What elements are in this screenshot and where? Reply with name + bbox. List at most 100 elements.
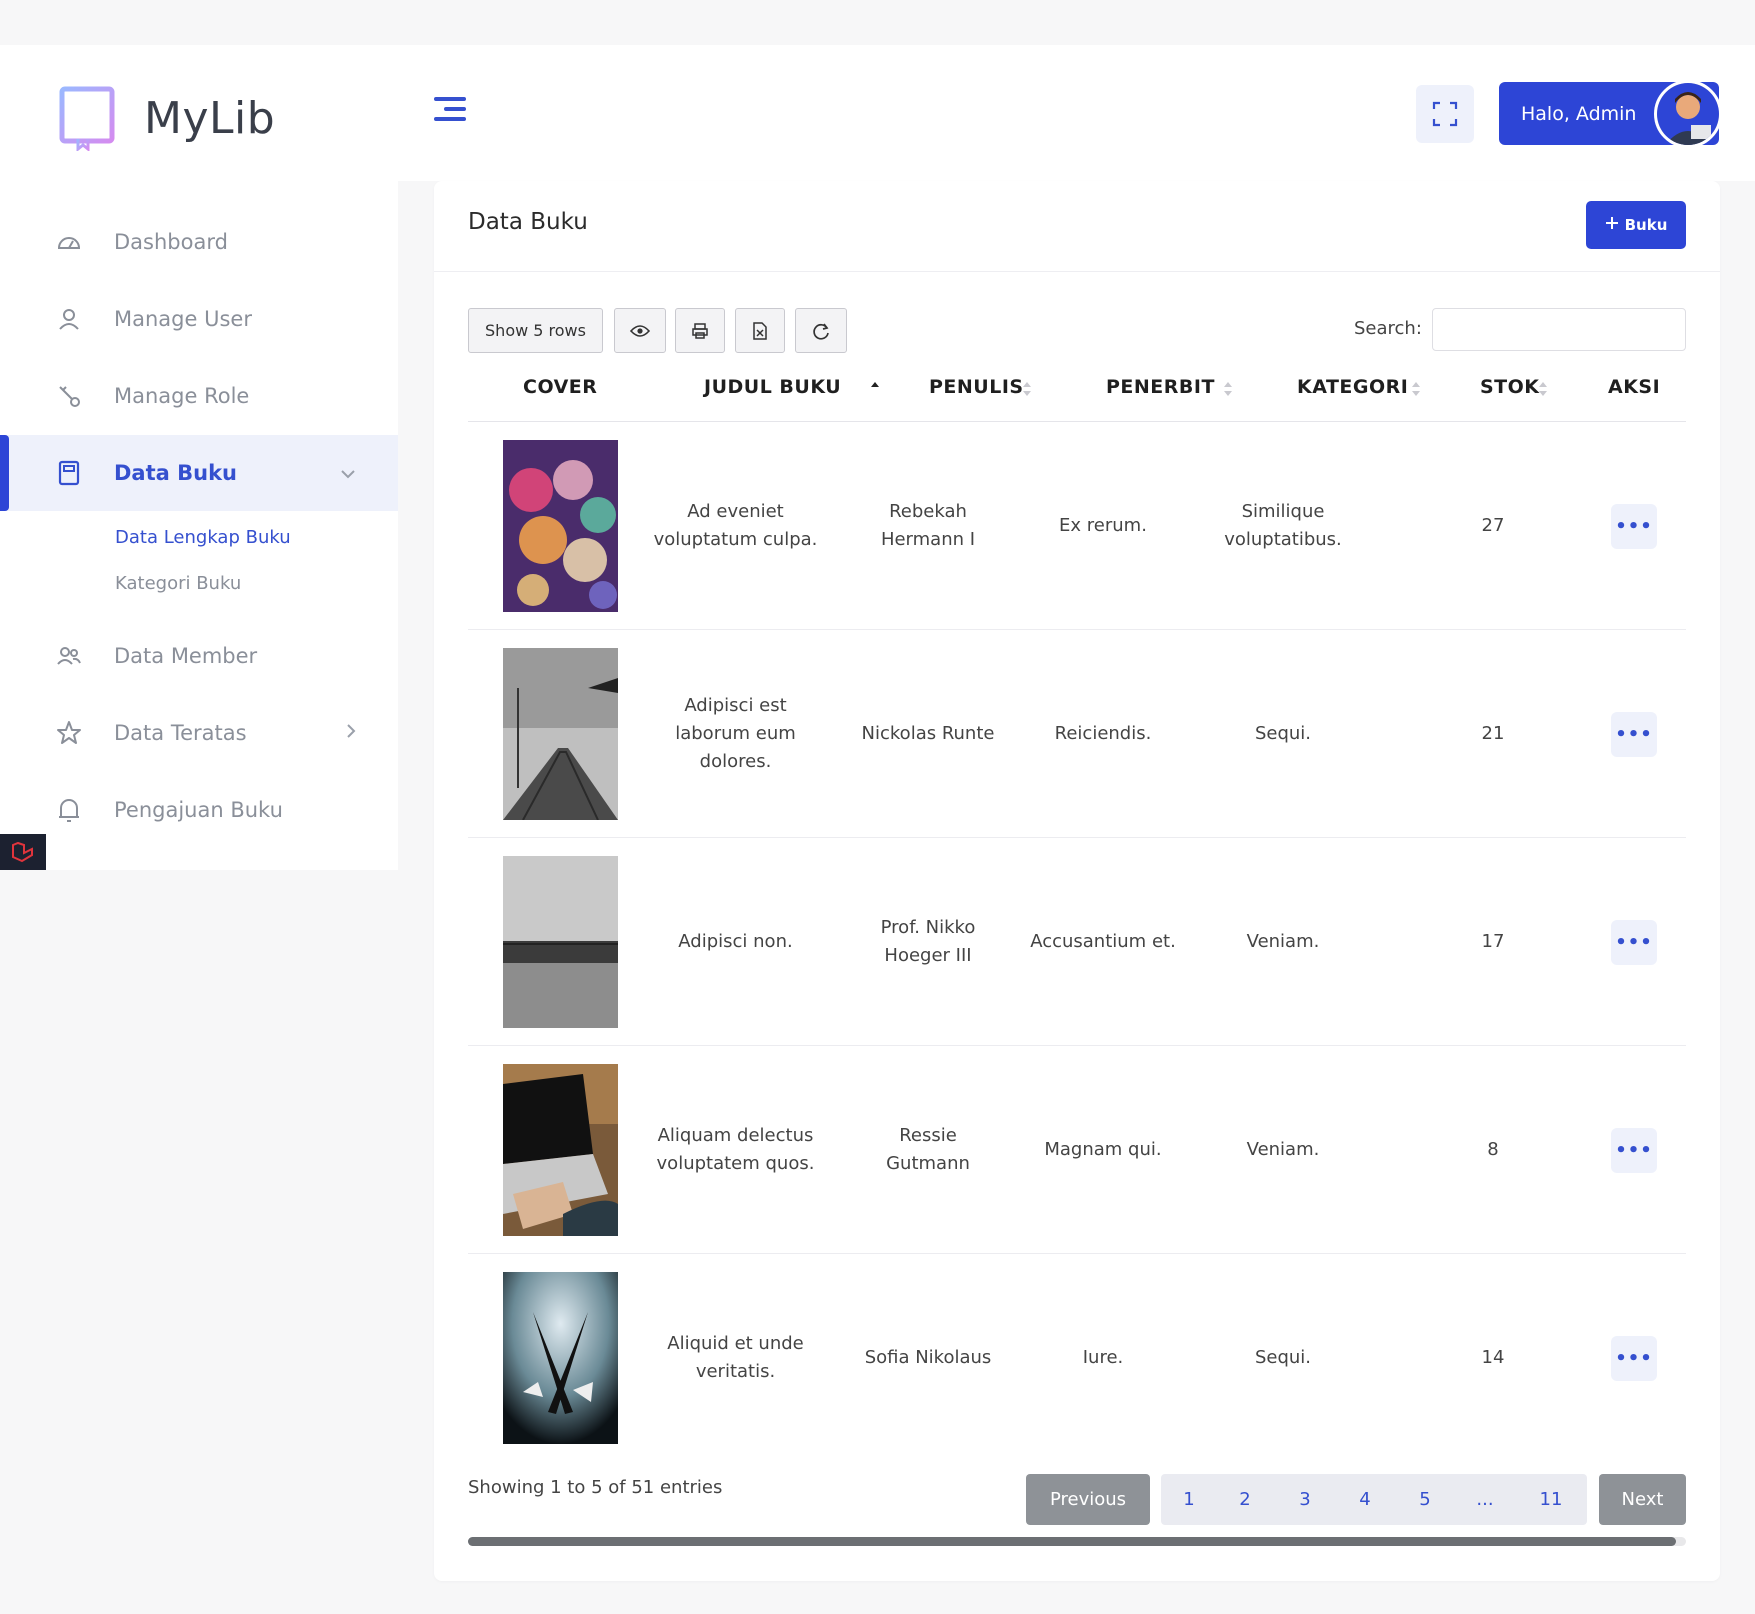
sidebar-item-pengajuan-buku[interactable]: Pengajuan Buku <box>0 772 398 848</box>
previous-page-button[interactable]: Previous <box>1026 1474 1150 1525</box>
search-input[interactable] <box>1432 308 1686 351</box>
sidebar-subitem-kategori-buku[interactable]: Kategori Buku <box>115 573 241 594</box>
sort-icon[interactable] <box>1223 379 1233 399</box>
pagination-ellipsis: ... <box>1476 1489 1494 1510</box>
avatar[interactable] <box>1654 80 1722 148</box>
cell-judul-buku: Aliquam delectus voluptatem quos. <box>656 1125 815 1174</box>
sidebar-item-data-member[interactable]: Data Member <box>0 618 398 694</box>
users-icon <box>56 643 82 669</box>
cell-penerbit: Iure. <box>1082 1347 1124 1369</box>
page-1-button[interactable]: 1 <box>1169 1474 1209 1525</box>
book-logo-icon <box>58 85 116 153</box>
sidebar-subitem-data-lengkap-buku[interactable]: Data Lengkap Buku <box>115 527 291 548</box>
fullscreen-icon <box>1432 101 1458 127</box>
search-label: Search: <box>1354 318 1422 339</box>
show-rows-label: Show 5 rows <box>485 321 586 340</box>
page-11-button[interactable]: 11 <box>1531 1474 1571 1525</box>
add-book-button[interactable]: Buku <box>1586 201 1686 249</box>
sidebar-item-manage-user[interactable]: Manage User <box>0 281 398 357</box>
sidebar-item-label: Data Member <box>114 644 258 668</box>
more-actions-button[interactable]: ••• <box>1611 1128 1657 1173</box>
cell-judul-buku: Adipisci non. <box>678 931 793 953</box>
brand[interactable]: MyLib <box>58 83 275 153</box>
column-header-judul-buku[interactable]: JUDUL BUKU <box>704 376 841 398</box>
table-row: Aliquam delectus voluptatem quos. Ressie… <box>468 1046 1686 1254</box>
next-page-button[interactable]: Next <box>1599 1474 1686 1525</box>
cell-penulis: Ressie Gutmann <box>886 1125 970 1174</box>
book-cover-image[interactable] <box>503 440 618 612</box>
book-cover-image[interactable] <box>503 1064 618 1236</box>
refresh-icon <box>813 322 829 340</box>
book-cover-image[interactable] <box>503 856 618 1028</box>
cell-penulis: Prof. Nikko Hoeger III <box>880 917 976 966</box>
more-actions-button[interactable]: ••• <box>1611 504 1657 549</box>
horizontal-scrollbar[interactable] <box>468 1537 1686 1546</box>
page-2-button[interactable]: 2 <box>1225 1474 1265 1525</box>
page-5-button[interactable]: 5 <box>1405 1474 1445 1525</box>
sidebar: MyLib Dashboard Manage User Manage Role … <box>0 45 398 870</box>
more-actions-button[interactable]: ••• <box>1611 920 1657 965</box>
cell-stok: 21 <box>1481 723 1505 745</box>
cell-stok: 27 <box>1481 515 1505 537</box>
menu-toggle-icon[interactable] <box>434 97 466 125</box>
cell-penerbit: Reiciendis. <box>1054 723 1152 745</box>
page-title: Data Buku <box>468 209 588 235</box>
column-visibility-button[interactable] <box>614 308 666 353</box>
cell-judul-buku: Ad eveniet voluptatum culpa. <box>653 501 818 550</box>
topbar: Halo, Admin <box>398 45 1755 181</box>
cell-kategori: Similique voluptatibus. <box>1224 501 1342 550</box>
chevron-right-icon <box>346 723 356 744</box>
entries-info: Showing 1 to 5 of 51 entries <box>468 1477 723 1498</box>
scrollbar-thumb[interactable] <box>468 1537 1676 1546</box>
sidebar-item-dashboard[interactable]: Dashboard <box>0 204 398 280</box>
sidebar-item-manage-role[interactable]: Manage Role <box>0 358 398 434</box>
column-header-stok[interactable]: STOK <box>1480 376 1540 398</box>
sort-icon[interactable] <box>1411 379 1421 399</box>
laravel-debugbar-icon[interactable] <box>0 834 46 870</box>
cell-penulis: Rebekah Hermann I <box>880 501 976 550</box>
chevron-down-icon <box>340 463 356 484</box>
cell-penerbit: Accusantium et. <box>1030 931 1176 953</box>
sidebar-item-data-buku[interactable]: Data Buku <box>0 435 398 511</box>
cell-kategori: Sequi. <box>1254 723 1312 745</box>
cell-kategori: Sequi. <box>1254 1347 1312 1369</box>
add-book-label: Buku <box>1624 216 1668 234</box>
data-buku-card: Data Buku Buku Show 5 rows Search: COVER… <box>434 181 1720 1581</box>
export-excel-button[interactable] <box>735 308 785 353</box>
sort-icon[interactable] <box>1022 379 1032 399</box>
eye-icon <box>630 324 650 337</box>
column-header-kategori[interactable]: KATEGORI <box>1297 376 1408 398</box>
book-cover-image[interactable] <box>503 648 618 820</box>
print-icon <box>692 322 708 339</box>
cell-penerbit: Ex rerum. <box>1059 515 1147 537</box>
refresh-button[interactable] <box>795 308 847 353</box>
brand-name: MyLib <box>144 92 276 144</box>
sort-icon[interactable] <box>1538 379 1548 399</box>
cell-judul-buku: Aliquid et unde veritatis. <box>667 1333 804 1382</box>
sidebar-item-data-teratas[interactable]: Data Teratas <box>0 695 398 771</box>
cell-judul-buku: Adipisci est laborum eum dolores. <box>675 695 796 772</box>
table-row: Adipisci est laborum eum dolores. Nickol… <box>468 630 1686 838</box>
show-rows-button[interactable]: Show 5 rows <box>468 308 603 353</box>
active-indicator <box>0 435 9 511</box>
excel-icon <box>753 321 767 340</box>
column-header-penulis[interactable]: PENULIS <box>929 376 1024 398</box>
more-actions-button[interactable]: ••• <box>1611 1336 1657 1381</box>
book-cover-image[interactable] <box>503 1272 618 1444</box>
more-actions-button[interactable]: ••• <box>1611 712 1657 757</box>
sort-asc-icon[interactable] <box>870 379 880 399</box>
page-3-button[interactable]: 3 <box>1285 1474 1325 1525</box>
table-row: Aliquid et unde veritatis. Sofia Nikolau… <box>468 1254 1686 1462</box>
page-4-button[interactable]: 4 <box>1345 1474 1385 1525</box>
cell-penulis: Sofia Nikolaus <box>864 1347 992 1369</box>
sidebar-item-label: Data Teratas <box>114 721 247 745</box>
fullscreen-button[interactable] <box>1416 85 1474 143</box>
print-button[interactable] <box>675 308 725 353</box>
column-header-penerbit[interactable]: PENERBIT <box>1106 376 1215 398</box>
cell-stok: 17 <box>1481 931 1505 953</box>
cell-stok: 14 <box>1481 1347 1505 1369</box>
cell-stok: 8 <box>1487 1139 1499 1161</box>
pagination-pages: 1 2 3 4 5 ... 11 <box>1161 1474 1587 1525</box>
column-header-cover: COVER <box>523 376 598 398</box>
dashboard-icon <box>56 229 82 255</box>
